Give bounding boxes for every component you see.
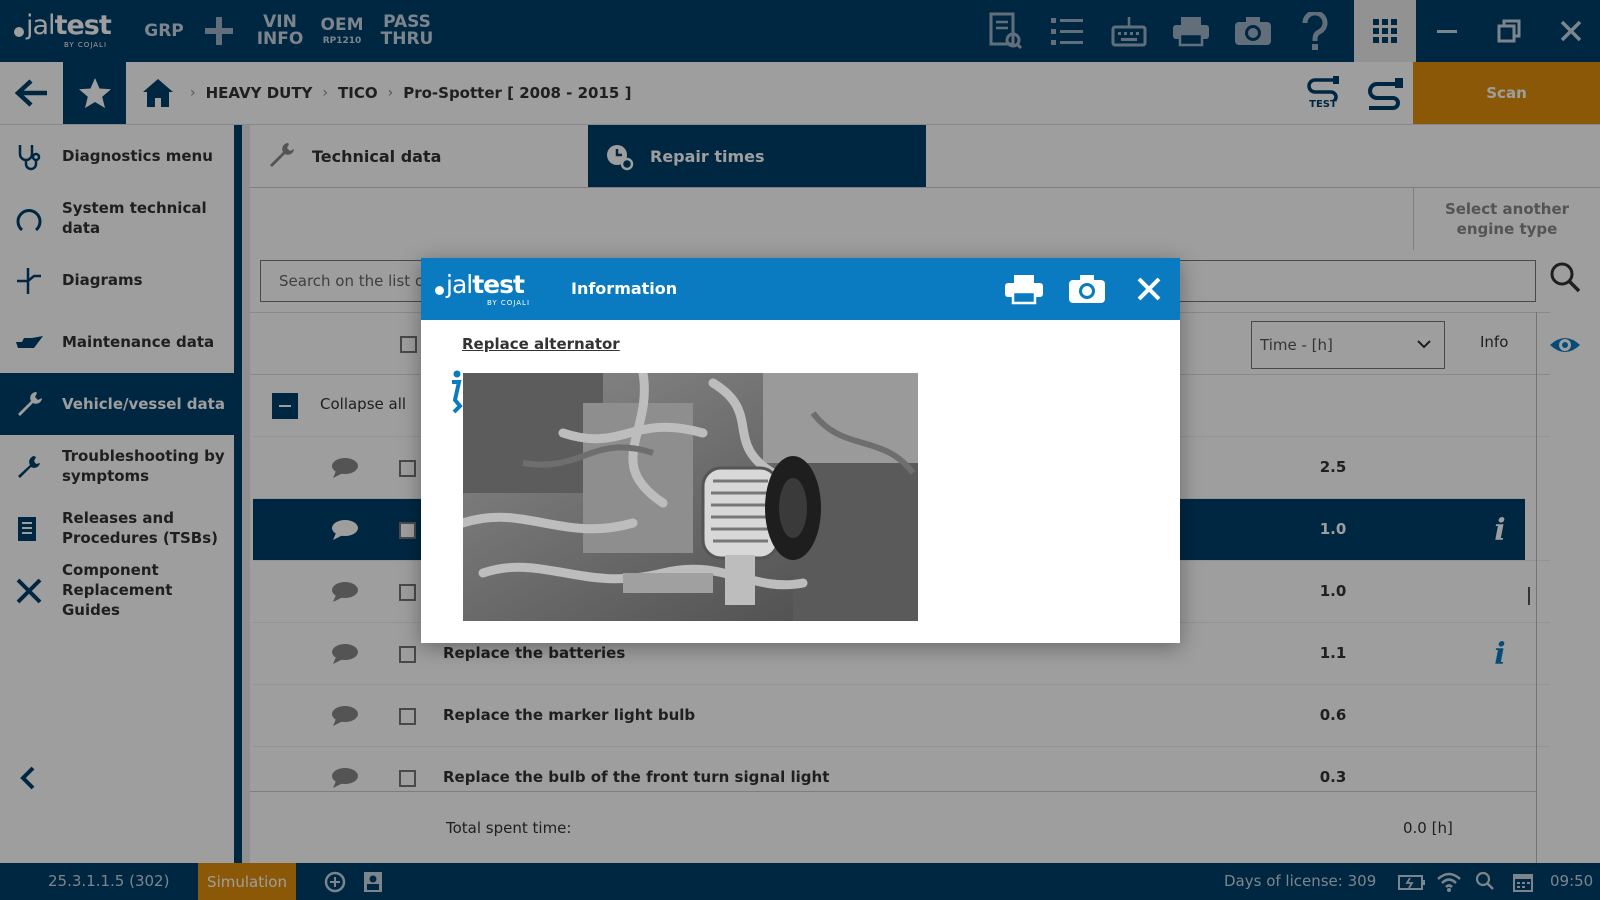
dialog-subtitle: Replace alternator xyxy=(462,335,620,353)
information-dialog: jaltest BY COJALI Information Replace al… xyxy=(421,258,1180,643)
print-icon[interactable] xyxy=(1001,266,1047,312)
jaltest-logo: jaltest BY COJALI xyxy=(435,270,545,310)
close-icon[interactable] xyxy=(1126,266,1172,312)
camera-icon[interactable] xyxy=(1064,266,1110,312)
alternator-photo xyxy=(463,373,918,621)
dialog-title: Information xyxy=(571,279,678,298)
dialog-header: jaltest BY COJALI Information xyxy=(421,258,1180,320)
info-icon xyxy=(445,370,465,414)
